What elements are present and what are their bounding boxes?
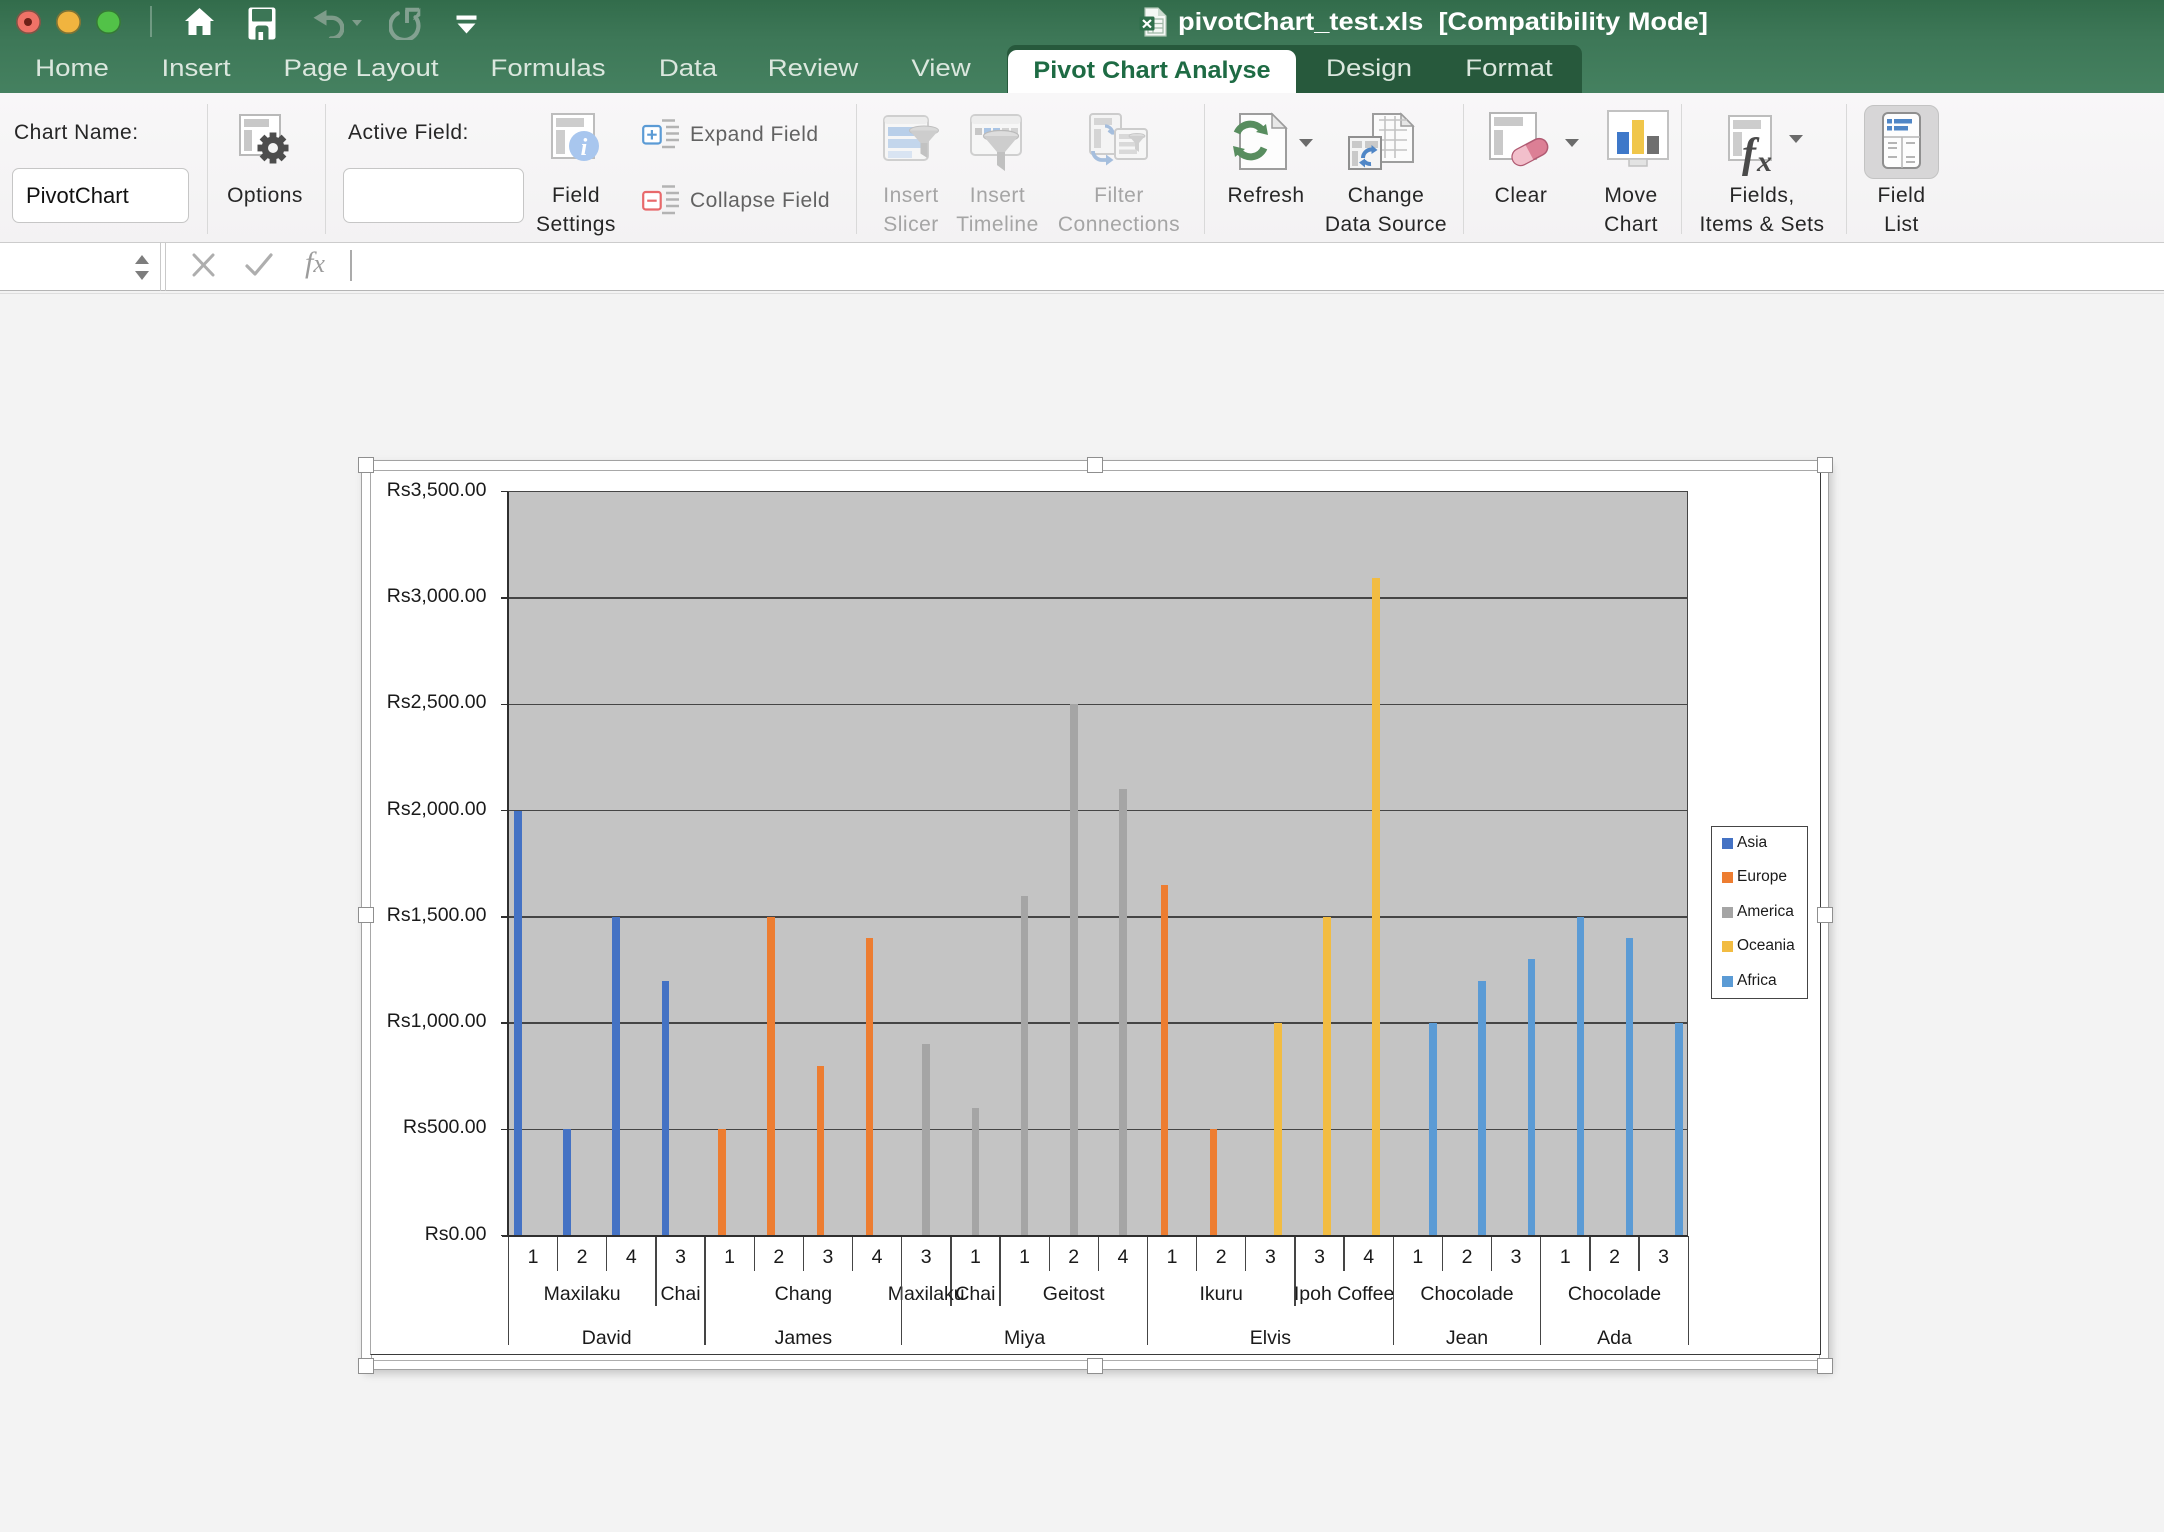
svg-text:i: i: [581, 135, 588, 161]
svg-text:x: x: [1756, 145, 1772, 177]
